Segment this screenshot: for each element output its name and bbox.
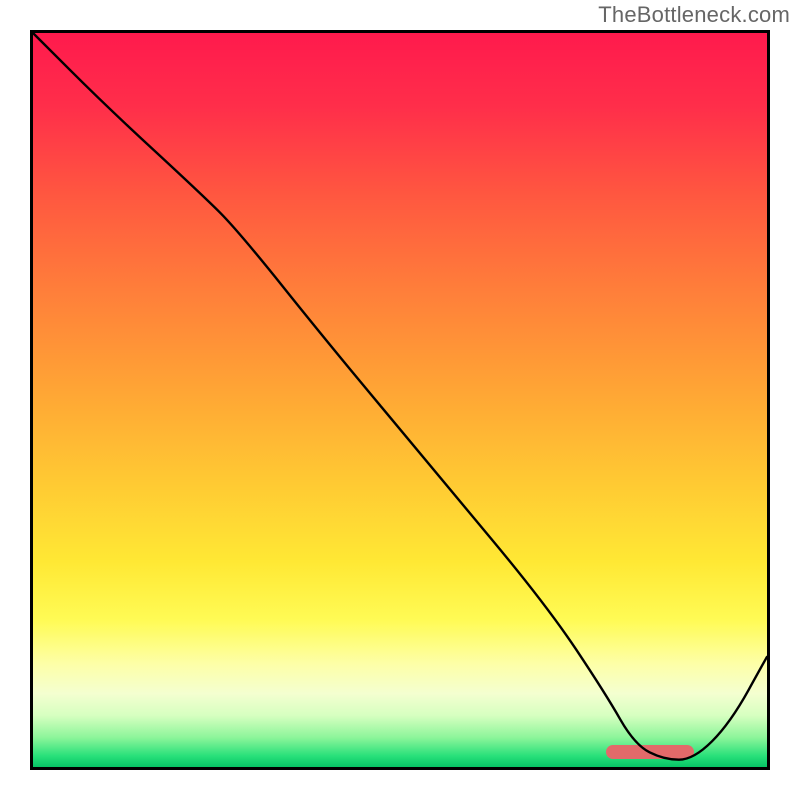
- bottleneck-curve: [33, 33, 767, 767]
- chart-canvas: TheBottleneck.com: [0, 0, 800, 800]
- watermark-text: TheBottleneck.com: [598, 2, 790, 28]
- plot-area: [30, 30, 770, 770]
